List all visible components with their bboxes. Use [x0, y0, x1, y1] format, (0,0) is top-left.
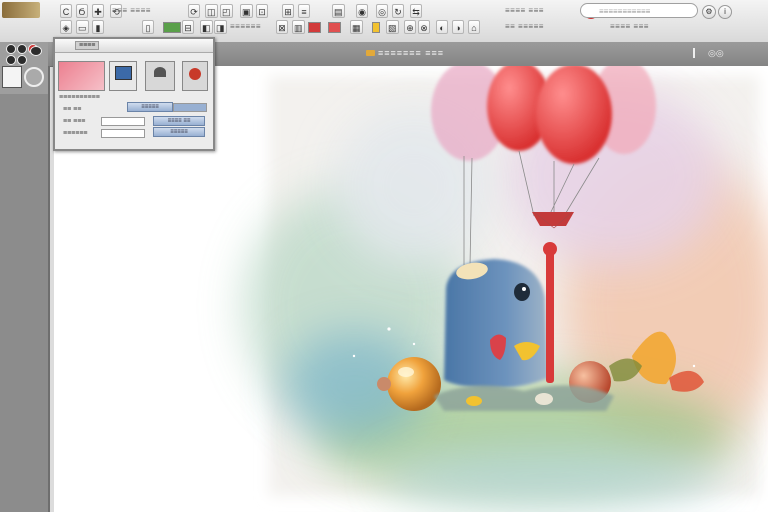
toolbar-row2-button-11[interactable]: ▧ — [386, 20, 399, 34]
panel-label-4: ≡≡≡≡≡≡ — [63, 130, 88, 137]
toolbar-row2-button-9[interactable]: ▥ — [292, 20, 305, 34]
color-swatch-red-light[interactable] — [328, 22, 341, 33]
panel-button-1[interactable]: ≡≡≡≡≡ — [127, 102, 173, 112]
tool-dot-icon[interactable] — [17, 44, 27, 54]
swatch-thumbnail-red[interactable] — [182, 61, 208, 91]
toolbar-row1-button-6[interactable]: ◫ — [205, 4, 218, 18]
tool-dot-icon[interactable] — [17, 55, 27, 65]
toolbar-row1-button-8[interactable]: ▣ — [240, 4, 253, 18]
folder-icon — [366, 50, 375, 56]
color-swatch-yellow[interactable] — [372, 22, 380, 33]
zoom-icon[interactable]: ◎◎ — [708, 48, 724, 59]
toolbar-row1-button-2[interactable]: Ϭ — [76, 4, 88, 18]
panel-slider-1[interactable] — [173, 103, 207, 112]
toolbar-label-3: ≡≡≡≡≡≡ — [230, 22, 262, 31]
panel-field-2[interactable] — [101, 129, 145, 138]
info-icon[interactable]: i — [718, 5, 732, 19]
scroll-indicator[interactable] — [693, 48, 695, 58]
app-icon[interactable] — [2, 2, 40, 18]
lamp-icon[interactable] — [145, 61, 175, 91]
tool-cluster — [0, 42, 48, 94]
toolbar-row1-button-10[interactable]: ⊞ — [282, 4, 294, 18]
toolbar-row1-button-14[interactable]: ◎ — [376, 4, 388, 18]
document-title[interactable]: ≡≡≡≡≡≡≡ ≡≡≡ — [378, 48, 444, 58]
toolbar-label-2: ≡≡≡≡ ≡≡≡ — [505, 6, 544, 15]
toolbar-row2-button-14[interactable]: ◐ — [436, 20, 448, 34]
settings-icon[interactable]: ⚙ — [702, 5, 716, 19]
toolbar-row1-button-1[interactable]: C — [60, 4, 72, 18]
toolbar-row1-button-16[interactable]: ⇆ — [410, 4, 422, 18]
toolbar-row2-button-12[interactable]: ⊕ — [404, 20, 416, 34]
swatch-thumbnail-pink[interactable] — [58, 61, 105, 91]
toolbar-row2-button-6[interactable]: ◧ — [200, 20, 213, 34]
toolbar-row2-button-5[interactable]: ⊟ — [182, 20, 194, 34]
eye-icon[interactable] — [30, 46, 42, 56]
layer-thumbnail-icon[interactable] — [2, 66, 22, 88]
left-tool-strip — [0, 42, 50, 512]
toolbar-label-1: ≡≡≡ ≡≡≡≡ — [112, 6, 151, 15]
toolbar-row1-button-5[interactable]: ⟳ — [188, 4, 200, 18]
toolbar-row1-button-7[interactable]: ◰ — [220, 4, 233, 18]
toolbar-row2-button-13[interactable]: ⊗ — [418, 20, 430, 34]
toolbar-row1-button-15[interactable]: ↻ — [392, 4, 404, 18]
panel-header-tab[interactable]: ≡≡≡≡ — [75, 41, 100, 50]
toolbar-row2-button-16[interactable]: ⌂ — [468, 20, 480, 34]
toolbar-row2-button-4[interactable]: ▯ — [142, 20, 154, 34]
toolbar-row1-button-11[interactable]: ≡ — [298, 4, 310, 18]
color-swatch-green[interactable] — [163, 22, 181, 33]
toolbar-row2-button-7[interactable]: ◨ — [214, 20, 227, 34]
toolbar-row1-button-3[interactable]: ✚ — [92, 4, 104, 18]
panel-header: ≡≡≡≡ — [55, 39, 213, 53]
toolbar-row2-button-8[interactable]: ⊠ — [276, 20, 288, 34]
color-swatch-red[interactable] — [308, 22, 321, 33]
panel-button-3[interactable]: ≡≡≡≡≡ — [153, 127, 205, 137]
panel-button-2[interactable]: ≡≡≡≡ ≡≡ — [153, 116, 205, 126]
panel-label-3: ≡≡ ≡≡≡ — [63, 118, 86, 125]
target-icon[interactable] — [24, 67, 44, 87]
properties-panel: ≡≡≡≡ ≡≡≡≡≡≡≡≡≡≡ ≡≡ ≡≡ ≡≡ ≡≡≡ ≡≡≡≡≡≡ ≡≡≡≡… — [53, 37, 215, 151]
search-input[interactable]: ≡≡≡≡≡≡≡≡≡≡≡ — [580, 3, 698, 18]
toolbar-row2-button-3[interactable]: ▮ — [92, 20, 104, 34]
toolbar-row1-button-12[interactable]: ▤ — [332, 4, 345, 18]
tool-dot-icon[interactable] — [6, 44, 16, 54]
toolbar-row2-button-2[interactable]: ▭ — [76, 20, 89, 34]
panel-field-1[interactable] — [101, 117, 145, 126]
toolbar-row1-button-13[interactable]: ◉ — [356, 4, 368, 18]
tool-dot-icon[interactable] — [6, 55, 16, 65]
toolbar-row2-button-10[interactable]: ▦ — [350, 20, 363, 34]
monitor-icon[interactable] — [109, 61, 137, 91]
toolbar-label-4: ≡≡ ≡≡≡≡≡ — [505, 22, 544, 31]
panel-label-2: ≡≡ ≡≡ — [63, 106, 82, 113]
toolbar-row2-button-15[interactable]: ◑ — [452, 20, 464, 34]
toolbar-label-5: ≡≡≡≡ ≡≡≡ — [610, 22, 649, 31]
toolbar-row1-button-9[interactable]: ⊡ — [256, 4, 268, 18]
panel-label-1: ≡≡≡≡≡≡≡≡≡≡ — [59, 94, 100, 101]
toolbar-row2-button-1[interactable]: ◈ — [60, 20, 72, 34]
